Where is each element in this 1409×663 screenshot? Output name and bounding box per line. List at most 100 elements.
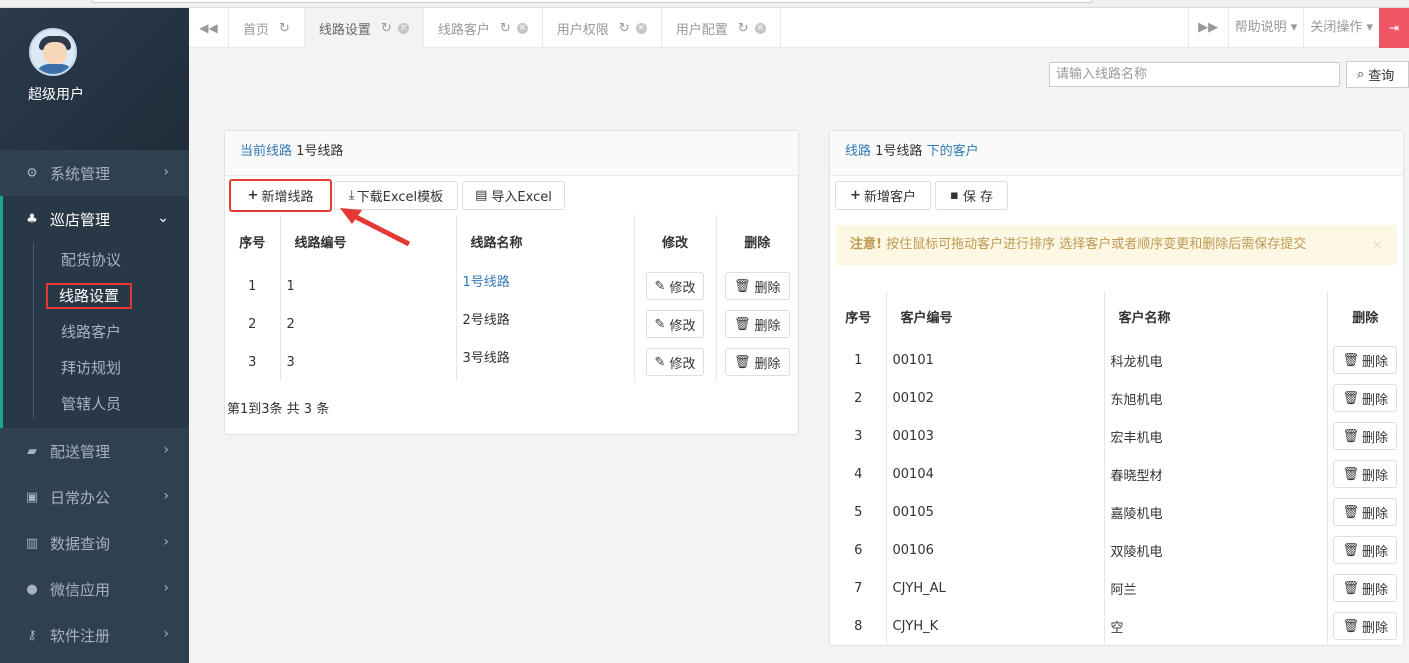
chevron-right-icon: ›	[163, 164, 169, 180]
sidebar-item-registration[interactable]: ⚷ 软件注册 ›	[0, 612, 189, 658]
table-row[interactable]: 6 00106 双陵机电 🗑 删除	[831, 531, 1403, 569]
help-dropdown[interactable]: 帮助说明 ▾	[1227, 8, 1304, 48]
seq-cell: 4	[831, 455, 887, 493]
customer-code-cell: 00102	[886, 379, 1105, 417]
current-route-link[interactable]: 当前线路	[240, 144, 292, 159]
edit-button[interactable]: ✎ 修改	[645, 348, 705, 376]
delete-button[interactable]: 🗑 删除	[1333, 574, 1398, 602]
route-name-cell[interactable]: 3号线路	[456, 343, 635, 381]
submenu-item-route-settings[interactable]: 线路设置	[3, 278, 189, 314]
profile-area: 超级用户	[0, 8, 189, 150]
sidebar-item-system[interactable]: ⚙ 系统管理 ›	[0, 150, 189, 196]
chevron-right-icon: ›	[163, 488, 169, 504]
submenu-item-delivery-agreement[interactable]: 配货协议	[3, 242, 189, 278]
add-route-button[interactable]: + 新增线路	[229, 179, 332, 212]
route-code-cell: 1	[280, 267, 457, 305]
column-header: 修改	[634, 215, 717, 267]
sidebar-item-data-query[interactable]: ▥ 数据查询 ›	[0, 520, 189, 566]
sidebar-item-office[interactable]: ▣ 日常办公 ›	[0, 474, 189, 520]
sidebar-item-store-patrol[interactable]: ♣ 巡店管理 ⌄	[0, 196, 189, 242]
table-row[interactable]: 1 00101 科龙机电 🗑 删除	[831, 341, 1403, 379]
tab-scroll-right-button[interactable]: ▶▶	[1187, 8, 1228, 48]
seq-cell: 6	[831, 531, 887, 569]
import-excel-button[interactable]: ▤ 导入Excel	[462, 181, 565, 210]
refresh-icon[interactable]: ↻	[279, 21, 290, 36]
table-row[interactable]: 7 CJYH_AL 阿兰 🗑 删除	[831, 569, 1403, 607]
table-row[interactable]: 3 00103 宏丰机电 🗑 删除	[831, 417, 1403, 455]
refresh-icon[interactable]: ↻	[500, 21, 511, 36]
delete-button[interactable]: 🗑 删除	[1333, 422, 1398, 450]
key-icon: ⚷	[27, 627, 37, 643]
search-button[interactable]: ⌕ 查询	[1346, 61, 1409, 88]
pagination-info: 第1到3条 共 3 条	[227, 402, 330, 417]
tab-user-config[interactable]: 用户配置 ↻ ×	[662, 8, 781, 48]
close-icon[interactable]: ×	[754, 22, 766, 34]
sidebar-item-wechat[interactable]: ● 微信应用 ›	[0, 566, 189, 612]
table-row[interactable]: 1 1 1号线路 ✎ 修改 🗑 删除	[225, 267, 798, 305]
delete-button[interactable]: 🗑 删除	[724, 348, 790, 376]
trash-icon: 🗑	[1342, 504, 1359, 520]
close-icon[interactable]: ×	[635, 22, 647, 34]
route-name-cell[interactable]: 2号线路	[456, 305, 635, 343]
delete-button[interactable]: 🗑 删除	[1333, 346, 1398, 374]
trash-icon: 🗑	[1342, 580, 1359, 596]
sidebar-menu: ⚙ 系统管理 › ♣ 巡店管理 ⌄ 配货协议 线路设置 线路客户 拜访规划 管辖…	[0, 150, 189, 658]
refresh-icon[interactable]: ↻	[738, 21, 749, 36]
close-icon[interactable]: ×	[1371, 225, 1383, 265]
close-icon[interactable]: ×	[516, 22, 528, 34]
refresh-icon[interactable]: ↻	[619, 21, 630, 36]
delete-button[interactable]: 🗑 删除	[724, 272, 790, 300]
trash-icon: 🗑	[733, 278, 751, 294]
table-row[interactable]: 3 3 3号线路 ✎ 修改 🗑 删除	[225, 343, 798, 381]
submenu-item-managers[interactable]: 管辖人员	[3, 386, 189, 422]
close-operations-dropdown[interactable]: 关闭操作 ▾	[1303, 8, 1379, 48]
gears-icon: ⚙	[26, 165, 38, 181]
tab-route-settings[interactable]: 线路设置 ↻ ×	[304, 8, 424, 48]
route-link[interactable]: 线路	[845, 144, 871, 159]
seq-cell: 3	[225, 343, 281, 381]
seq-cell: 2	[831, 379, 887, 417]
close-icon[interactable]: ×	[397, 22, 409, 34]
table-row[interactable]: 2 00102 东旭机电 🗑 删除	[831, 379, 1403, 417]
tab-home[interactable]: 首页 ↻	[229, 8, 305, 48]
table-row[interactable]: 8 CJYH_K 空 🗑 删除	[831, 607, 1403, 645]
delete-button[interactable]: 🗑 删除	[1333, 384, 1398, 412]
add-customer-button[interactable]: + 新增客户	[835, 181, 931, 210]
plus-icon: +	[850, 188, 861, 203]
tab-user-permissions[interactable]: 用户权限 ↻ ×	[543, 8, 662, 48]
chevron-right-icon: ›	[163, 534, 169, 550]
tab-route-customers[interactable]: 线路客户 ↻ ×	[424, 8, 543, 48]
logout-button[interactable]: ⇥	[1379, 8, 1409, 48]
refresh-icon[interactable]: ↻	[381, 21, 392, 36]
seq-cell: 7	[831, 569, 887, 607]
customer-code-cell: 00101	[886, 341, 1105, 379]
sidebar-item-label: 系统管理	[50, 164, 111, 183]
avatar[interactable]	[29, 28, 77, 76]
user-name[interactable]: 超级用户	[28, 84, 84, 104]
table-row[interactable]: 4 00104 春晓型材 🗑 删除	[831, 455, 1403, 493]
customers-link[interactable]: 下的客户	[927, 144, 979, 159]
route-name-cell[interactable]: 1号线路	[456, 267, 635, 305]
wechat-icon: ●	[26, 581, 38, 597]
delete-button[interactable]: 🗑 删除	[1333, 460, 1398, 488]
column-header: 删除	[744, 235, 771, 251]
sidebar-item-delivery[interactable]: ▰ 配送管理 ›	[0, 428, 189, 474]
submenu-item-route-customers[interactable]: 线路客户	[3, 314, 189, 350]
route-search-input[interactable]	[1049, 62, 1340, 87]
edit-button[interactable]: ✎ 修改	[645, 310, 705, 338]
customer-name-cell: 空	[1104, 607, 1328, 645]
submenu-item-visit-planning[interactable]: 拜访规划	[3, 350, 189, 386]
delete-button[interactable]: 🗑 删除	[1333, 536, 1398, 564]
excel-file-icon: ▤	[475, 188, 488, 203]
delete-button[interactable]: 🗑 删除	[1333, 498, 1398, 526]
table-row[interactable]: 5 00105 嘉陵机电 🗑 删除	[831, 493, 1403, 531]
save-button[interactable]: ▪ 保 存	[935, 181, 1008, 210]
table-row[interactable]: 2 2 2号线路 ✎ 修改 🗑 删除	[225, 305, 798, 343]
edit-icon: ✎	[654, 354, 666, 370]
route-table: 序号 线路编号 线路名称 修改 删除 1 1 1号线路 ✎ 修改 🗑 删除 2 2 …	[225, 215, 798, 381]
tab-scroll-left-button[interactable]: ◀◀	[189, 8, 229, 48]
column-header: 序号	[225, 215, 281, 267]
delete-button[interactable]: 🗑 删除	[724, 310, 790, 338]
edit-button[interactable]: ✎ 修改	[645, 272, 705, 300]
delete-button[interactable]: 🗑 删除	[1333, 612, 1398, 640]
